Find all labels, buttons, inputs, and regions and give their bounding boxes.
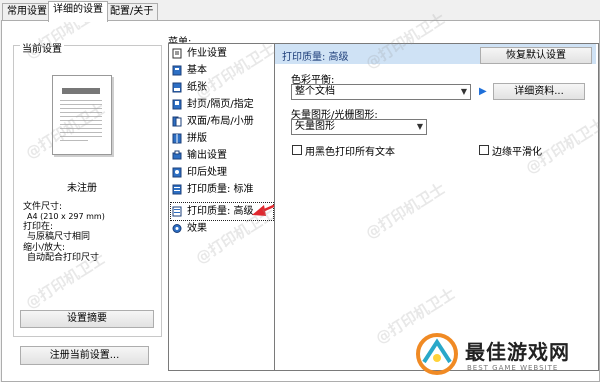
chevron-down-icon: ▼ (416, 122, 423, 131)
menu-item-output-settings[interactable]: 输出设置 (171, 147, 273, 164)
print-on-label: 打印在: (23, 222, 54, 232)
tab-common-settings[interactable]: 常用设置 (2, 3, 52, 21)
play-arrow-icon: ▶ (479, 86, 487, 97)
tab-detailed-settings[interactable]: 详细的设置 (48, 1, 108, 22)
print-on-value: 与原稿尺寸相同 (27, 232, 91, 242)
edge-smoothing-checkbox[interactable] (479, 145, 489, 155)
print-quality-advanced-icon (172, 206, 182, 217)
paper-size-label: 文件尺寸: (23, 202, 63, 212)
paper-size-value: A4 (210 x 297 mm) (27, 212, 105, 221)
chevron-down-icon: ▼ (460, 87, 467, 96)
black-text-checkbox-label: 用黑色打印所有文本 (305, 147, 395, 158)
paper-icon (172, 82, 182, 93)
menu-item-finishing[interactable]: 印后处理 (171, 164, 273, 181)
menu-item-imposition[interactable]: 拼版 (171, 130, 273, 147)
settings-summary-button[interactable]: 设置摘要 (20, 310, 154, 328)
finishing-icon (172, 167, 182, 178)
imposition-icon (172, 133, 182, 144)
register-settings-button[interactable]: 注册当前设置... (20, 346, 149, 365)
panel-title: 打印质量: 高级 (282, 52, 349, 63)
scale-label: 缩小/放大: (23, 243, 66, 253)
settings-name: 未注册 (67, 183, 97, 194)
logo-icon (416, 333, 458, 375)
tab-config-about[interactable]: 配置/关于 (105, 3, 159, 21)
duplex-layout-icon (172, 116, 182, 127)
page-preview-thumbnail (52, 75, 112, 155)
menu-item-job-settings[interactable]: 作业设置 (171, 45, 273, 62)
logo-subtext: BEST GAME WEBSITE (467, 364, 559, 372)
vector-raster-value: 矢量图形 (295, 121, 335, 132)
basic-icon (172, 65, 182, 76)
menu-item-paper[interactable]: 纸张 (171, 79, 273, 96)
menu-item-cover-pages[interactable]: 封页/隔页/指定 (171, 96, 273, 113)
color-balance-value: 整个文档 (295, 86, 335, 97)
menu-item-basic[interactable]: 基本 (171, 62, 273, 79)
cover-pages-icon (172, 99, 182, 110)
details-button[interactable]: 详细资料... (493, 83, 585, 100)
current-settings-title: 当前设置 (20, 40, 64, 55)
output-settings-icon (172, 150, 182, 160)
menu-item-effects[interactable]: 效果 (171, 220, 273, 237)
black-text-checkbox[interactable] (292, 145, 302, 155)
job-settings-icon (172, 48, 182, 59)
print-quality-standard-icon (172, 184, 182, 195)
edge-smoothing-checkbox-label: 边缘平滑化 (492, 147, 542, 158)
effects-icon (172, 224, 182, 233)
scale-value: 自动配合打印尺寸 (27, 253, 100, 263)
site-logo: 最佳游戏网 BEST GAME WEBSITE (415, 330, 595, 380)
restore-defaults-button[interactable]: 恢复默认设置 (480, 47, 592, 64)
logo-text: 最佳游戏网 (465, 340, 570, 364)
menu-item-duplex-layout[interactable]: 双面/布局/小册 (171, 113, 273, 130)
color-balance-select[interactable]: 整个文档 ▼ (291, 84, 471, 100)
vector-raster-select[interactable]: 矢量图形 ▼ (291, 119, 427, 135)
